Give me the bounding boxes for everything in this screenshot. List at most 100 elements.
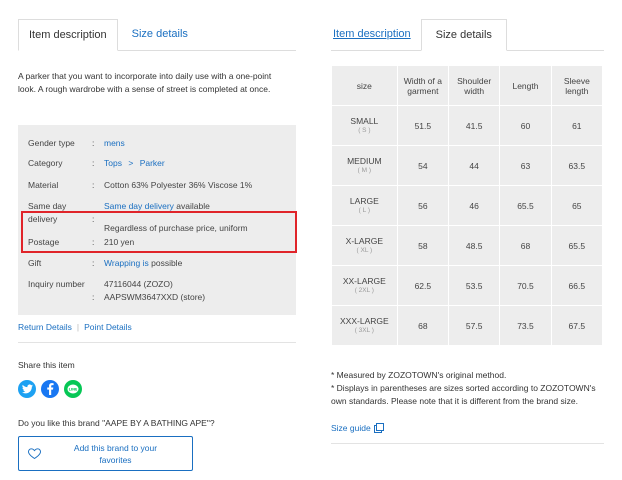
size-row: SMALL( S ) 51.5 41.5 60 61 [331, 105, 604, 146]
size-name: SMALL [350, 115, 379, 126]
measure-cell: 65.5 [550, 225, 604, 266]
measure-cell: 53.5 [447, 265, 501, 306]
col-header: Length [499, 65, 552, 106]
share-title: Share this item [18, 360, 75, 370]
measure-cell: 66.5 [550, 265, 604, 306]
note-measured: * Measured by ZOZOTOWN's original method… [331, 370, 507, 380]
measure-cell: 63 [499, 145, 552, 186]
size-cell: X-LARGE( XL ) [331, 225, 398, 266]
category-parker-link[interactable]: Parker [140, 158, 165, 168]
spec-colon: : [92, 158, 95, 168]
measure-cell: 68 [396, 305, 450, 346]
measure-cell: 58 [396, 225, 450, 266]
return-details-link[interactable]: Return Details [18, 322, 72, 332]
spec-gift: Gift : Wrapping is possible [28, 258, 182, 268]
category-separator: > [128, 158, 134, 168]
size-cell: LARGE( L ) [331, 185, 398, 226]
point-details-link[interactable]: Point Details [84, 322, 132, 332]
col-header: Sleeve length [550, 65, 604, 106]
facebook-icon[interactable] [41, 380, 59, 398]
size-cell: XX-LARGE( 2XL ) [331, 265, 398, 306]
add-brand-line2: favorites [99, 454, 132, 465]
size-table: size Width of a garment Shoulder width L… [331, 65, 604, 346]
size-row: XXX-LARGE( 3XL ) 68 57.5 73.5 67.5 [331, 305, 604, 346]
right-tab-bar: Item description Size details [331, 18, 604, 51]
spec-label: Same day [28, 201, 67, 211]
spec-same-day: Same day Same day delivery available [28, 201, 210, 211]
heart-icon [19, 448, 49, 459]
spec-label: Inquiry number [28, 279, 85, 289]
size-row: LARGE( L ) 56 46 65.5 65 [331, 185, 604, 226]
measure-cell: 48.5 [447, 225, 501, 266]
size-cell: SMALL( S ) [331, 105, 398, 146]
spec-material: Material : Cotton 63% Polyester 36% Visc… [28, 180, 252, 190]
category-tops-link[interactable]: Tops [104, 158, 122, 168]
size-name: X-LARGE [345, 235, 383, 246]
size-row: MEDIUM( M ) 54 44 63 63.5 [331, 145, 604, 186]
add-brand-line1: Add this brand to your [73, 442, 158, 453]
twitter-icon[interactable] [18, 380, 36, 398]
measure-cell: 54 [396, 145, 450, 186]
note-parentheses: * Displays in parentheses are sizes sort… [331, 383, 596, 406]
spec-colon: : [92, 138, 95, 148]
size-alias: ( S ) [358, 126, 371, 134]
same-day-value: available [176, 201, 210, 211]
divider [18, 342, 296, 343]
size-name: XXX-LARGE [340, 315, 389, 326]
measure-cell: 68 [499, 225, 552, 266]
add-brand-favorite-button[interactable]: Add this brand to your favorites [18, 436, 193, 471]
measure-cell: 57.5 [447, 305, 501, 346]
measure-cell: 56 [396, 185, 450, 226]
size-alias: ( XL ) [356, 246, 373, 254]
tab-size-details-right[interactable]: Size details [420, 19, 507, 51]
tab-item-description[interactable]: Item description [18, 19, 118, 51]
measure-cell: 46 [447, 185, 501, 226]
measure-cell: 63.5 [550, 145, 604, 186]
spec-colon: : [92, 292, 95, 302]
detail-links: Return Details | Point Details [18, 322, 132, 332]
col-header: size [331, 65, 398, 106]
inquiry-store: AAPSWM3647XXD (store) [104, 292, 206, 302]
add-brand-label: Add this brand to your favorites [49, 442, 192, 466]
spec-colon: : [92, 180, 95, 190]
item-description-text: A parker that you want to incorporate in… [18, 71, 272, 94]
col-header: Shoulder width [447, 65, 501, 106]
size-row: XX-LARGE( 2XL ) 62.5 53.5 70.5 66.5 [331, 265, 604, 306]
size-guide-link[interactable]: Size guide [331, 423, 384, 433]
measure-cell: 67.5 [550, 305, 604, 346]
measure-cell: 51.5 [396, 105, 450, 146]
spec-colon: : [92, 258, 95, 268]
wrapping-link[interactable]: Wrapping is [104, 258, 149, 268]
divider [331, 443, 604, 444]
col-header: Width of a garment [396, 65, 450, 106]
spec-inquiry: Inquiry number 47116044 (ZOZO) [28, 279, 173, 289]
size-alias: ( M ) [357, 166, 372, 174]
tab-item-description-right[interactable]: Item description [331, 18, 421, 50]
gift-value: possible [151, 258, 183, 268]
inquiry-zozo: 47116044 (ZOZO) [104, 279, 173, 289]
spec-label: Material [28, 180, 59, 190]
size-alias: ( 3XL ) [354, 326, 374, 334]
spec-inquiry-store: : AAPSWM3647XXD (store) [28, 292, 205, 302]
size-name: MEDIUM [347, 155, 382, 166]
size-guide-label: Size guide [331, 423, 371, 433]
postage-highlight-box [21, 211, 297, 253]
measure-cell: 73.5 [499, 305, 552, 346]
size-alias: ( L ) [358, 206, 370, 214]
size-name: XX-LARGE [342, 275, 386, 286]
size-table-header: size Width of a garment Shoulder width L… [331, 65, 604, 106]
line-icon[interactable]: LINE [64, 380, 82, 398]
spec-category: Category : Tops > Parker [28, 158, 165, 168]
size-cell: MEDIUM( M ) [331, 145, 398, 186]
measure-cell: 62.5 [396, 265, 450, 306]
left-tab-bar: Item description Size details [18, 18, 296, 51]
size-name: LARGE [349, 195, 379, 206]
spec-gender: Gender type : mens [28, 138, 125, 148]
external-link-icon [373, 423, 384, 433]
same-day-delivery-link[interactable]: Same day delivery [104, 201, 174, 211]
gender-link[interactable]: mens [104, 138, 125, 148]
spec-label: Gender type [28, 138, 75, 148]
tab-size-details[interactable]: Size details [118, 18, 198, 50]
measure-cell: 60 [499, 105, 552, 146]
spec-label: Gift [28, 258, 42, 268]
